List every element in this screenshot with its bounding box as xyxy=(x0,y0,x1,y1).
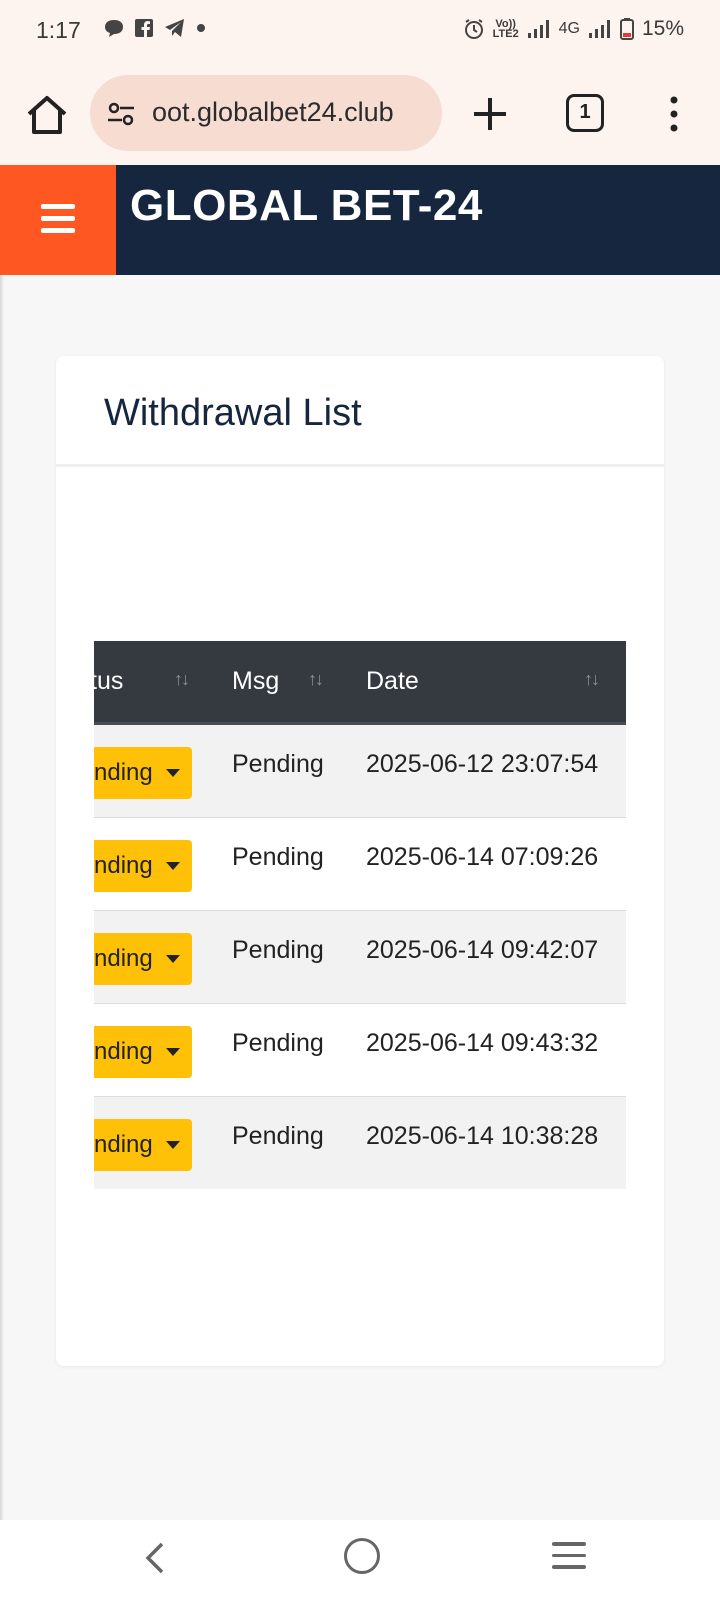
hamburger-icon xyxy=(41,204,75,240)
msg-cell: Pending xyxy=(232,843,324,871)
home-icon[interactable] xyxy=(24,92,70,138)
caret-down-icon xyxy=(166,769,180,777)
date-cell: 2025-06-12 23:07:54 xyxy=(366,750,599,778)
date-cell: 2025-06-14 07:09:26 xyxy=(366,843,599,871)
card-divider xyxy=(56,464,664,467)
msg-cell: Pending xyxy=(232,750,324,778)
status-dropdown-button[interactable]: nding xyxy=(94,1119,192,1171)
table-row: nding Pending 2025-06-14 07:09:26 xyxy=(94,818,626,911)
signal-icon-2 xyxy=(588,20,610,38)
status-label: nding xyxy=(94,945,153,972)
status-dropdown-button[interactable]: nding xyxy=(94,747,192,799)
status-label: nding xyxy=(94,759,153,786)
system-nav-bar xyxy=(0,1520,720,1600)
column-header-status[interactable]: tus xyxy=(94,667,123,696)
notification-icons xyxy=(104,18,206,38)
signal-icon xyxy=(527,20,549,38)
column-header-date[interactable]: Date xyxy=(366,667,419,696)
withdrawal-table[interactable]: tus ↑↓ Msg ↑↓ Date ↑↓ nding Pending 2025… xyxy=(94,641,626,1189)
more-options-icon[interactable] xyxy=(664,92,684,136)
date-cell: 2025-06-14 09:42:07 xyxy=(366,936,599,964)
facebook-icon xyxy=(135,19,153,37)
dot-icon xyxy=(197,24,205,32)
sort-icon[interactable]: ↑↓ xyxy=(174,669,190,690)
page-title: Withdrawal List xyxy=(104,392,362,434)
status-label: nding xyxy=(94,1131,153,1158)
caret-down-icon xyxy=(166,862,180,870)
network-label: 4G xyxy=(558,20,580,37)
status-dropdown-button[interactable]: nding xyxy=(94,1026,192,1078)
new-tab-icon[interactable] xyxy=(468,92,512,136)
home-circle-icon[interactable] xyxy=(344,1538,380,1574)
alarm-icon xyxy=(464,19,483,39)
status-label: nding xyxy=(94,1038,153,1065)
caret-down-icon xyxy=(166,955,180,963)
chat-bubble-icon xyxy=(105,20,123,37)
date-cell: 2025-06-14 09:43:32 xyxy=(366,1029,599,1057)
table-row: nding Pending 2025-06-12 23:07:54 xyxy=(94,725,626,818)
msg-cell: Pending xyxy=(232,1122,324,1150)
address-bar[interactable]: oot.globalbet24.club xyxy=(90,75,442,151)
hamburger-menu-button[interactable] xyxy=(0,165,116,275)
site-settings-icon[interactable] xyxy=(106,99,136,129)
content-edge xyxy=(0,275,4,1520)
battery-icon xyxy=(619,18,634,40)
site-header: GLOBAL BET-24 xyxy=(0,165,720,275)
status-bar: 1:17 Vo)) LTE2 4G 15% xyxy=(0,0,720,62)
sort-icon[interactable]: ↑↓ xyxy=(308,669,324,690)
table-row: nding Pending 2025-06-14 09:42:07 xyxy=(94,911,626,1004)
volte-label: Vo)) LTE2 xyxy=(492,18,519,40)
status-right: Vo)) LTE2 4G 15% xyxy=(463,17,684,41)
battery-level: 15% xyxy=(641,17,684,40)
recent-apps-icon[interactable] xyxy=(552,1542,586,1577)
caret-down-icon xyxy=(166,1048,180,1056)
msg-cell: Pending xyxy=(232,936,324,964)
tab-switcher-button[interactable]: 1 xyxy=(566,94,604,132)
status-dropdown-button[interactable]: nding xyxy=(94,933,192,985)
telegram-icon xyxy=(165,19,184,37)
table-header: tus ↑↓ Msg ↑↓ Date ↑↓ xyxy=(94,641,626,725)
status-time: 1:17 xyxy=(36,17,81,43)
browser-toolbar: oot.globalbet24.club 1 xyxy=(0,62,720,165)
status-dropdown-button[interactable]: nding xyxy=(94,840,192,892)
table-row: nding Pending 2025-06-14 10:38:28 xyxy=(94,1097,626,1189)
column-header-msg[interactable]: Msg xyxy=(232,667,279,696)
url-text[interactable]: oot.globalbet24.club xyxy=(152,97,394,128)
table-row: nding Pending 2025-06-14 09:43:32 xyxy=(94,1004,626,1097)
back-icon[interactable] xyxy=(140,1538,168,1578)
status-label: nding xyxy=(94,852,153,879)
site-brand: GLOBAL BET-24 xyxy=(130,181,483,230)
sort-icon[interactable]: ↑↓ xyxy=(584,669,600,690)
caret-down-icon xyxy=(166,1141,180,1149)
msg-cell: Pending xyxy=(232,1029,324,1057)
date-cell: 2025-06-14 10:38:28 xyxy=(366,1122,599,1150)
